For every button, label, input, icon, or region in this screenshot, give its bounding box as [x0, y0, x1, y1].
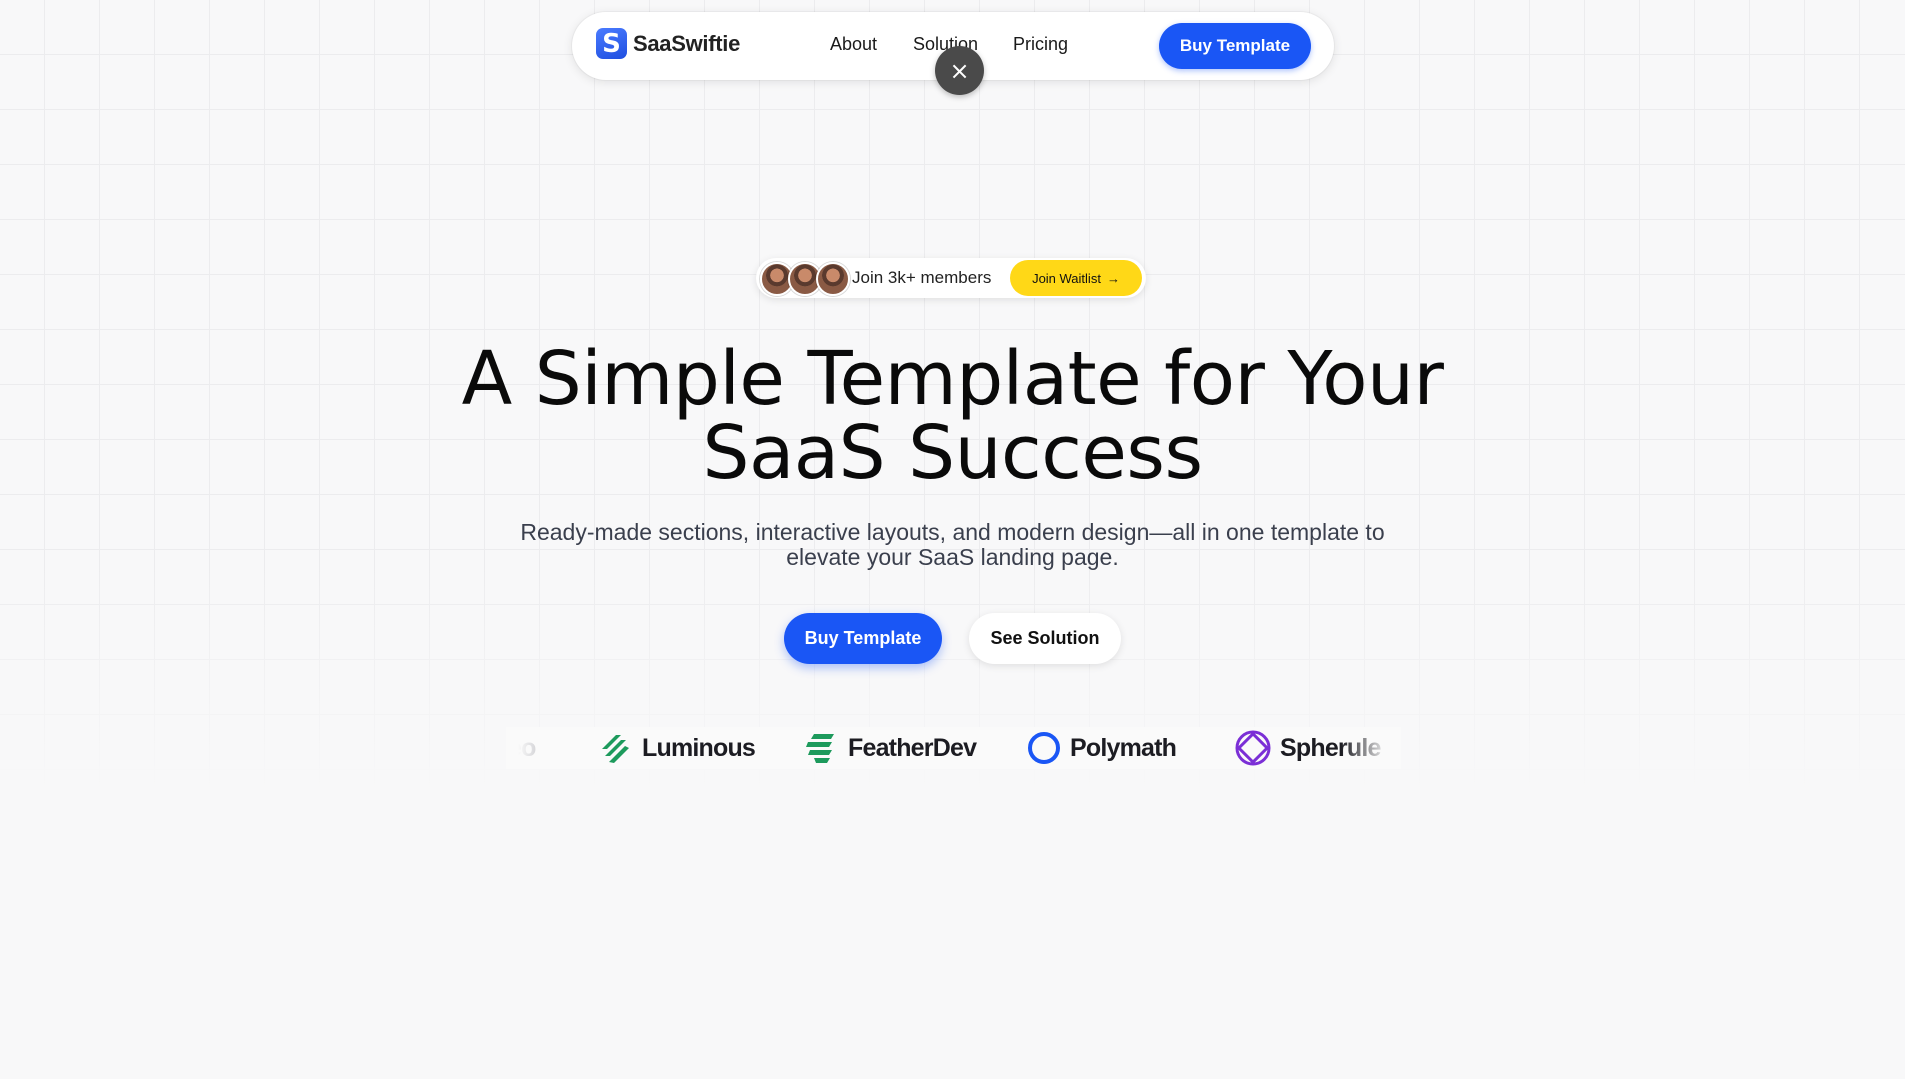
logo-strip-fade-left: [506, 727, 566, 769]
nav-link-pricing[interactable]: Pricing: [1013, 34, 1068, 55]
hero-title-line1: A Simple Template for Your: [461, 336, 1444, 422]
logo-name: Polymath: [1070, 733, 1177, 762]
hero-title: A Simple Template for Your SaaS Success: [450, 342, 1455, 490]
join-waitlist-button[interactable]: Join Waitlist →: [1010, 260, 1142, 296]
close-icon[interactable]: ×: [935, 46, 984, 95]
background-fade: [0, 560, 1905, 1079]
hero-subtitle: Ready-made sections, interactive layouts…: [520, 519, 1385, 570]
brand-logo-icon: S: [596, 28, 627, 59]
logo-strip: eo Luminous FeatherDev Polymath: [506, 727, 1401, 769]
featherdev-icon: [806, 734, 834, 763]
spherule-icon: [1235, 730, 1271, 766]
logo-name: Luminous: [642, 733, 756, 762]
logo-name: FeatherDev: [848, 733, 977, 762]
brand-logo[interactable]: S SaaSwiftie: [596, 28, 740, 59]
brand-name: SaaSwiftie: [633, 30, 741, 56]
nav-buy-template-button[interactable]: Buy Template: [1159, 23, 1311, 69]
arrow-right-icon: →: [1106, 270, 1120, 286]
avatar: [816, 262, 850, 296]
nav-link-about[interactable]: About: [830, 34, 877, 55]
hero-title-line2: SaaS Success: [702, 410, 1203, 496]
polymath-icon: [1028, 732, 1060, 764]
logo-polymath: Polymath: [1026, 727, 1177, 769]
members-badge: Join 3k+ members Join Waitlist →: [756, 258, 1146, 298]
avatar-group: [760, 262, 850, 296]
see-solution-button[interactable]: See Solution: [969, 613, 1121, 664]
members-count-text: Join 3k+ members: [852, 268, 992, 287]
buy-template-button[interactable]: Buy Template: [784, 613, 942, 664]
logo-strip-fade-right: [1341, 727, 1401, 769]
luminous-icon: [602, 735, 629, 763]
logo-featherdev: FeatherDev: [802, 727, 977, 769]
join-waitlist-label: Join Waitlist: [1032, 270, 1101, 286]
logo-luminous: Luminous: [596, 727, 756, 769]
